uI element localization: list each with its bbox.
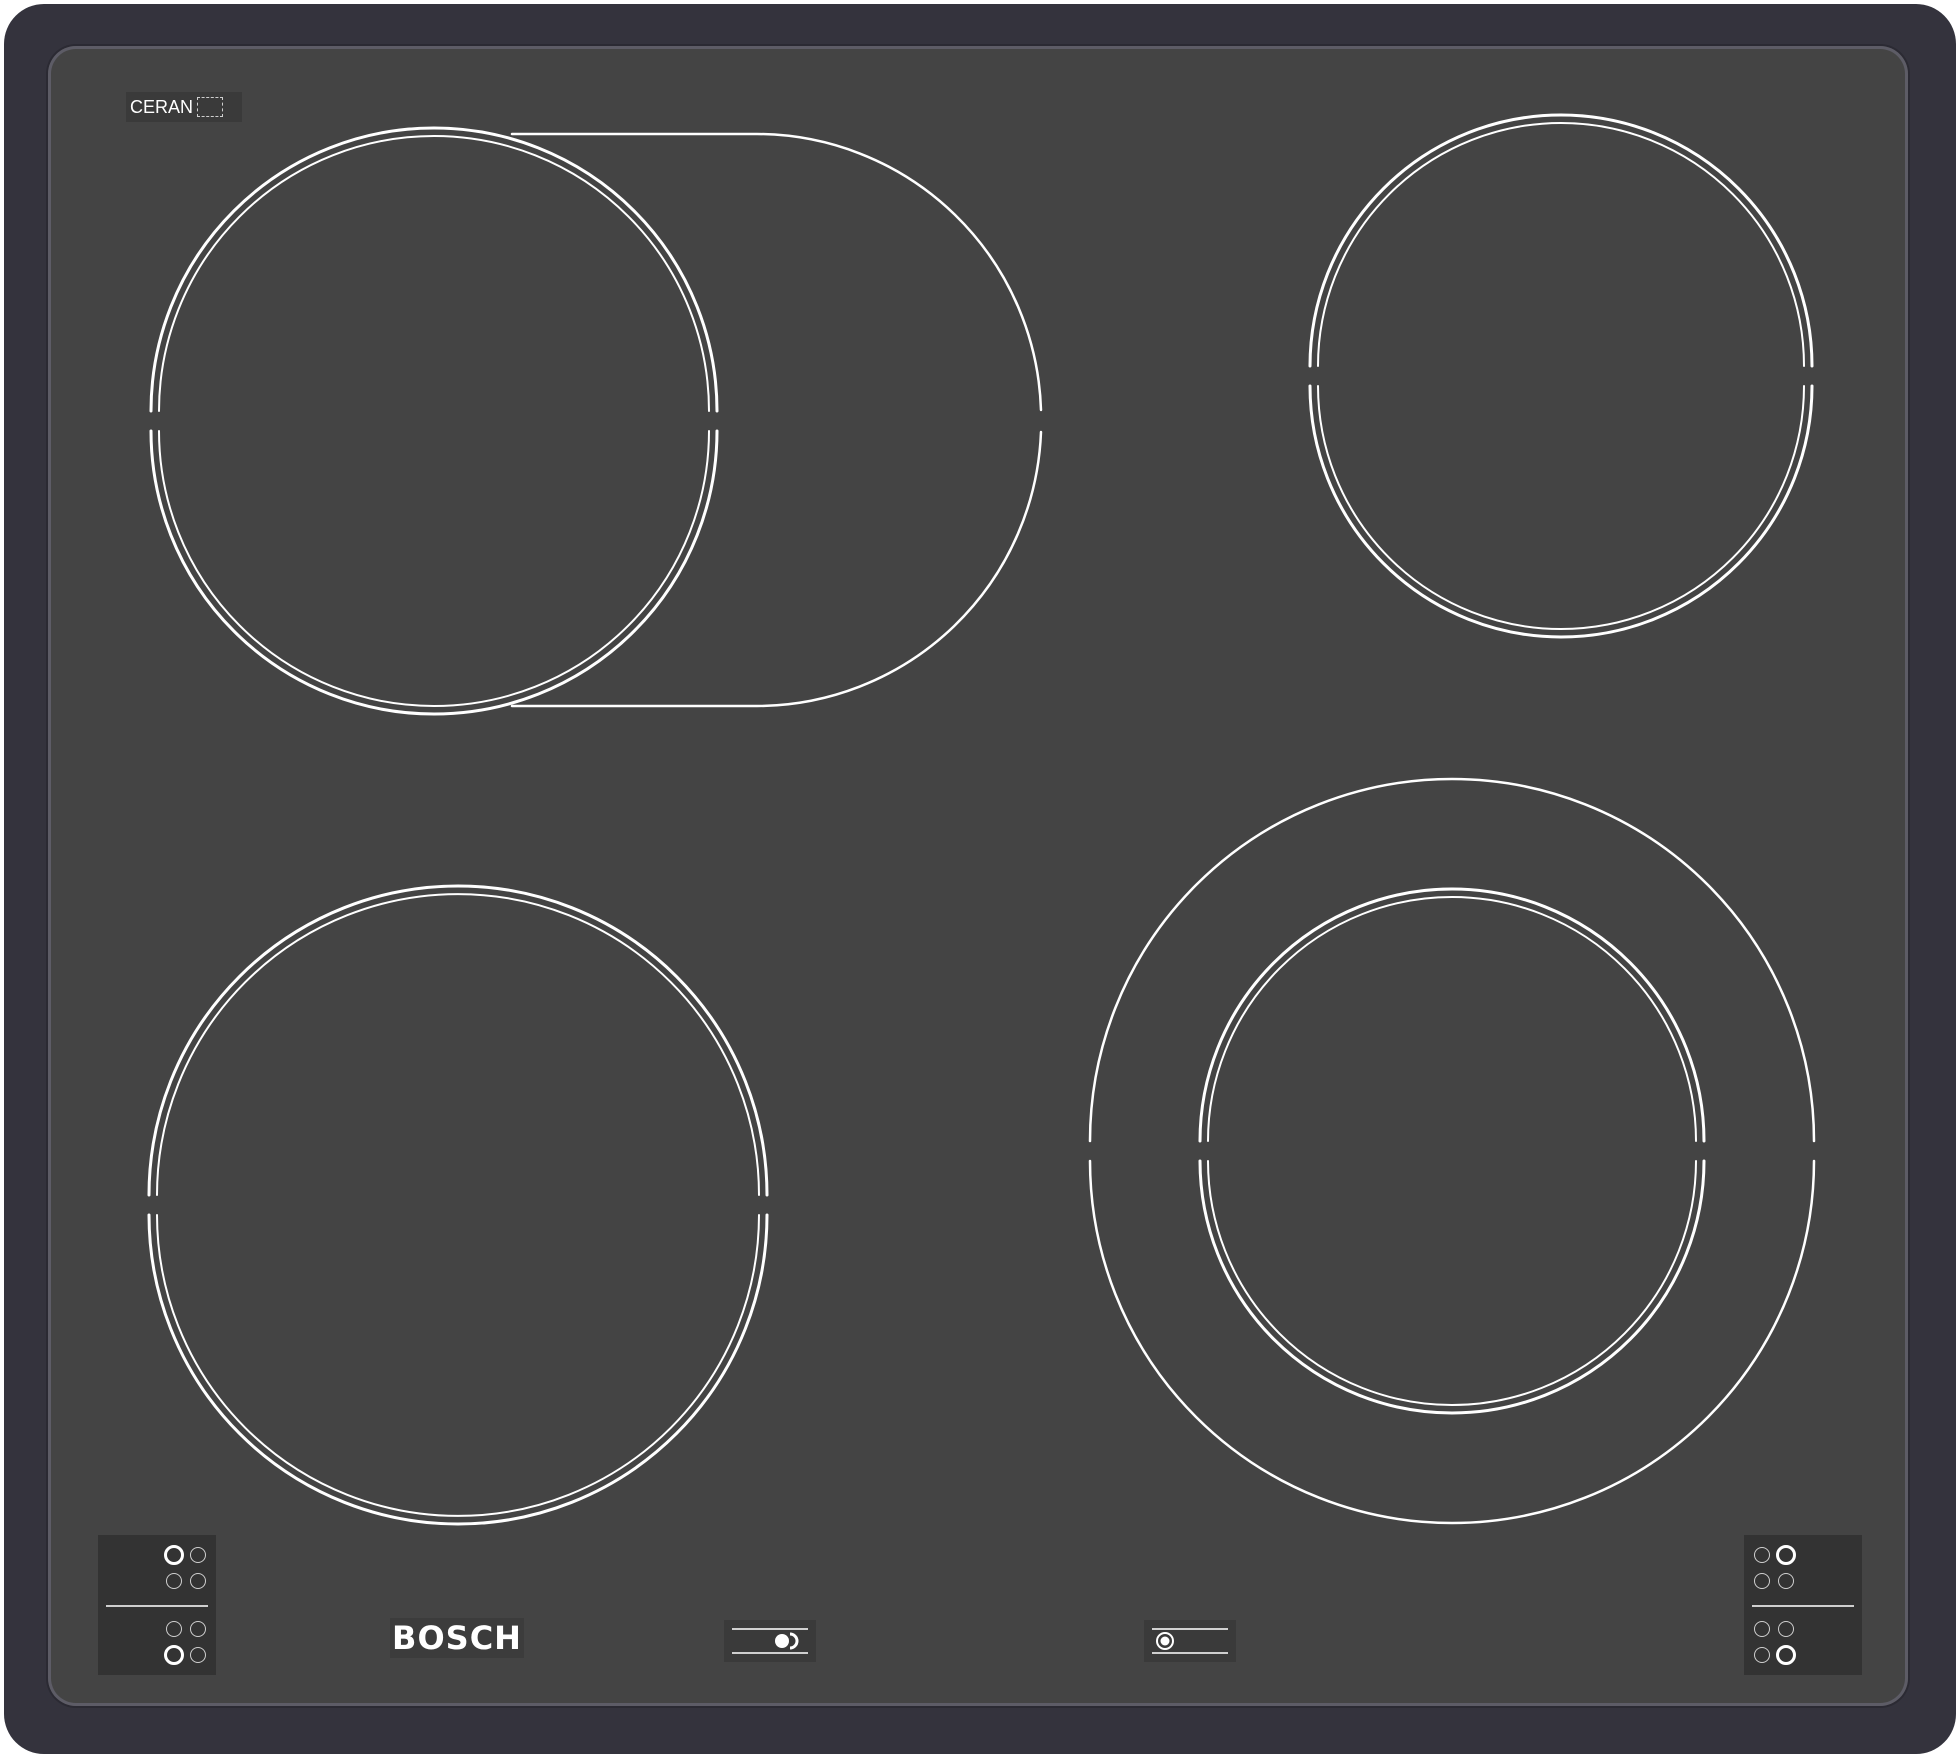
zone-indicator-icon — [1754, 1621, 1770, 1637]
ring-zone-icon — [1156, 1632, 1174, 1650]
zone-top-left-extended — [149, 126, 1043, 716]
dual-zone-icon — [775, 1632, 799, 1650]
zone-bottom-left — [147, 884, 769, 1526]
zone-indicator-icon — [190, 1547, 206, 1563]
right-zone-indicator-panel[interactable] — [1744, 1535, 1862, 1675]
zone-bottom-right-dual — [1088, 777, 1816, 1525]
bosch-logo: BOSCH — [390, 1618, 524, 1658]
key-line — [1152, 1628, 1228, 1630]
zone-indicator-icon — [190, 1647, 206, 1663]
zone-indicator-icon — [1776, 1545, 1796, 1565]
zone-top-right — [1308, 113, 1814, 639]
zone-indicator-icon — [1754, 1547, 1770, 1563]
cooking-zone-markings — [147, 113, 1816, 1526]
zone-indicator-icon — [190, 1573, 206, 1589]
panel-divider — [106, 1605, 208, 1607]
concentric-extension-key[interactable] — [1144, 1620, 1236, 1662]
key-line — [732, 1652, 808, 1654]
oval-extension-key[interactable] — [724, 1620, 816, 1662]
key-line — [1152, 1652, 1228, 1654]
zone-indicator-icon — [164, 1545, 184, 1565]
zone-indicator-icon — [1776, 1645, 1796, 1665]
panel-divider — [1752, 1605, 1854, 1607]
zone-indicator-icon — [1778, 1573, 1794, 1589]
zone-indicator-icon — [1754, 1573, 1770, 1589]
zone-indicator-icon — [1778, 1621, 1794, 1637]
zone-indicator-icon — [190, 1621, 206, 1637]
left-zone-indicator-panel[interactable] — [98, 1535, 216, 1675]
zone-indicator-icon — [1754, 1647, 1770, 1663]
key-line — [732, 1628, 808, 1630]
zone-indicator-icon — [166, 1573, 182, 1589]
zone-indicator-icon — [164, 1645, 184, 1665]
zone-indicator-icon — [166, 1621, 182, 1637]
